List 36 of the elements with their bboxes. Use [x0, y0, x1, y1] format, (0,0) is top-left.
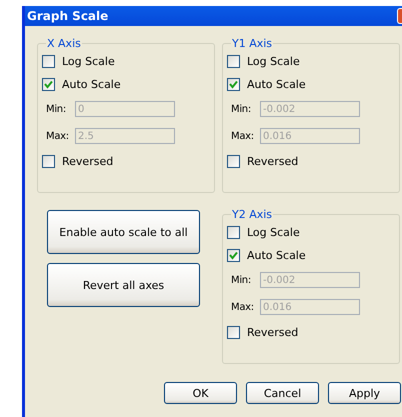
field-label: Min: — [46, 104, 67, 114]
field-label: Max: — [231, 302, 255, 312]
checkbox-label: Auto Scale — [62, 78, 121, 90]
checkbox[interactable] — [42, 154, 55, 168]
check-icon — [229, 80, 238, 88]
group-title: Y2 Axis — [231, 208, 274, 221]
field-label: Min: — [231, 104, 252, 114]
checkbox[interactable] — [227, 248, 240, 262]
checkbox-label: Log Scale — [247, 54, 300, 68]
checkbox[interactable] — [227, 226, 240, 238]
window-title: Graph Scale — [27, 9, 108, 23]
field-label: Max: — [231, 130, 255, 142]
checkbox-label: Auto Scale — [247, 248, 306, 262]
checkbox-label: Log Scale — [247, 226, 300, 238]
checkbox[interactable] — [227, 54, 240, 68]
checkbox-label: Auto Scale — [247, 78, 306, 90]
checkbox[interactable] — [42, 78, 55, 90]
checkbox[interactable] — [42, 54, 55, 68]
field-label: Max: — [46, 130, 70, 142]
action-button[interactable]: Revert all axes — [47, 263, 200, 307]
check-icon — [229, 250, 238, 260]
action-button[interactable]: Enable auto scale to all — [47, 210, 200, 254]
dialog-button[interactable]: Apply — [328, 382, 401, 404]
dialog-button[interactable]: Cancel — [246, 382, 319, 404]
check-icon — [44, 80, 53, 88]
checkbox[interactable] — [227, 154, 240, 168]
checkbox-label: Reversed — [247, 154, 298, 168]
field-label: Min: — [231, 274, 252, 286]
checkbox-label: Reversed — [62, 154, 114, 168]
checkbox-label: Reversed — [247, 326, 298, 338]
checkbox-label: Log Scale — [62, 54, 115, 68]
checkbox[interactable] — [227, 78, 240, 90]
checkbox[interactable] — [227, 326, 240, 338]
group-title: X Axis — [46, 37, 82, 50]
group-title: Y1 Axis — [231, 37, 274, 50]
dialog-button[interactable]: OK — [164, 382, 237, 404]
